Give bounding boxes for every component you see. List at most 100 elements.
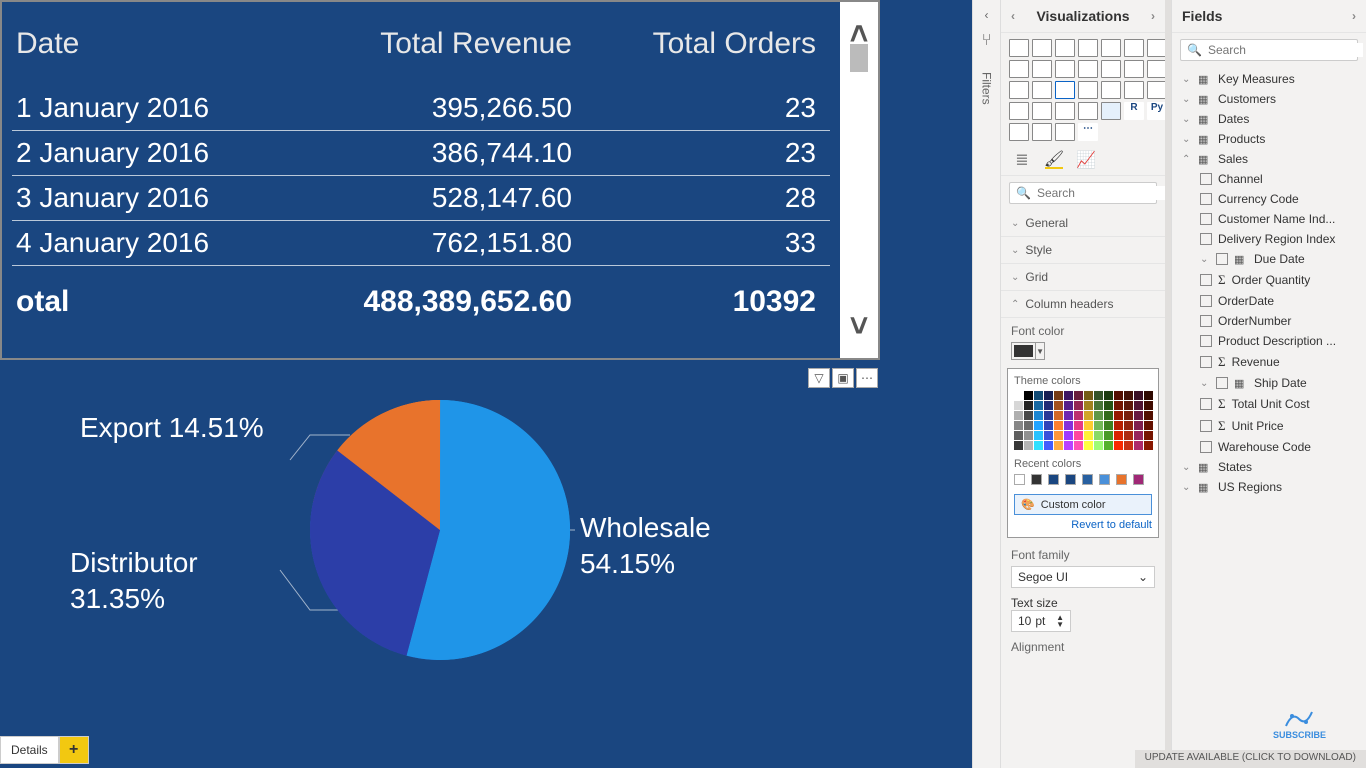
recent-color-swatch[interactable] [1082,474,1093,485]
pane-header[interactable]: ‹ Visualizations › [1001,0,1165,33]
checkbox[interactable] [1216,253,1228,265]
multi-card-icon[interactable] [1032,102,1052,120]
format-search[interactable]: 🔍 [1009,182,1157,204]
theme-color-swatch[interactable] [1074,391,1083,400]
dropdown-arrow-icon[interactable]: ▼ [1035,343,1044,359]
theme-color-swatch[interactable] [1104,391,1113,400]
header-orders[interactable]: Total Orders [572,27,830,61]
theme-color-swatch[interactable] [1134,391,1143,400]
theme-color-swatch[interactable] [1024,391,1033,400]
stacked-column-icon[interactable] [1032,39,1052,57]
section-general[interactable]: ⌄General [1001,210,1165,237]
field-order-date[interactable]: OrderDate [1172,291,1366,311]
waterfall-icon[interactable] [1124,60,1144,78]
theme-color-swatch[interactable] [1144,441,1153,450]
field-product-description[interactable]: Product Description ... [1172,331,1366,351]
field-ship-date[interactable]: ⌄▦Ship Date [1172,373,1366,393]
section-column-headers[interactable]: ⌃Column headers [1001,291,1165,318]
theme-color-swatch[interactable] [1044,401,1053,410]
theme-color-swatch[interactable] [1074,441,1083,450]
donut-icon[interactable] [1055,81,1075,99]
theme-color-swatch[interactable] [1104,411,1113,420]
font-color-swatch[interactable]: ▼ [1011,342,1045,360]
theme-color-swatch[interactable] [1014,411,1023,420]
recent-color-swatch[interactable] [1065,474,1076,485]
theme-color-swatch[interactable] [1104,401,1113,410]
theme-color-swatch[interactable] [1074,421,1083,430]
chevron-right-icon[interactable]: › [1352,9,1356,23]
r-visual-icon[interactable]: R [1124,102,1144,120]
table-row[interactable]: 2 January 2016 386,744.10 23 [12,131,830,176]
fields-search[interactable]: 🔍 [1180,39,1358,61]
filled-map-icon[interactable] [1124,81,1144,99]
theme-color-swatch[interactable] [1124,421,1133,430]
field-customer-name[interactable]: Customer Name Ind... [1172,209,1366,229]
theme-color-swatch[interactable] [1114,391,1123,400]
pane-header[interactable]: Fields › [1172,0,1366,33]
theme-color-swatch[interactable] [1064,411,1073,420]
ribbon-icon[interactable] [1101,60,1121,78]
theme-color-swatch[interactable] [1024,401,1033,410]
theme-color-swatch[interactable] [1034,401,1043,410]
line-icon[interactable] [1147,39,1165,57]
theme-color-swatch[interactable] [1054,391,1063,400]
area-icon[interactable] [1009,60,1029,78]
theme-color-swatch[interactable] [1114,421,1123,430]
theme-color-swatch[interactable] [1064,391,1073,400]
theme-color-swatch[interactable] [1084,431,1093,440]
checkbox[interactable] [1200,274,1212,286]
field-delivery-region[interactable]: Delivery Region Index [1172,229,1366,249]
theme-color-swatch[interactable] [1034,431,1043,440]
pie-chart-visual[interactable]: Export 14.51% Distributor 31.35% Wholesa… [0,380,880,700]
theme-color-swatch[interactable] [1074,411,1083,420]
theme-color-swatch[interactable] [1064,441,1073,450]
theme-color-swatch[interactable] [1124,441,1133,450]
theme-color-swatch[interactable] [1084,391,1093,400]
theme-color-swatch[interactable] [1044,421,1053,430]
theme-color-swatch[interactable] [1134,411,1143,420]
theme-color-swatch[interactable] [1024,411,1033,420]
field-due-date[interactable]: ⌄▦Due Date [1172,249,1366,269]
table-key-measures[interactable]: ⌄▦Key Measures [1172,69,1366,89]
line-clustered-icon[interactable] [1078,60,1098,78]
theme-color-swatch[interactable] [1094,431,1103,440]
field-currency[interactable]: Currency Code [1172,189,1366,209]
theme-color-swatch[interactable] [1144,401,1153,410]
theme-color-swatch[interactable] [1134,421,1143,430]
theme-color-swatch[interactable] [1134,431,1143,440]
checkbox[interactable] [1200,420,1212,432]
header-revenue[interactable]: Total Revenue [302,27,572,61]
recent-color-swatch[interactable] [1031,474,1042,485]
theme-color-swatch[interactable] [1044,441,1053,450]
table-sales[interactable]: ⌃▦Sales [1172,149,1366,169]
table-row[interactable]: 1 January 2016 395,266.50 23 [12,86,830,131]
stacked-area-icon[interactable] [1032,60,1052,78]
treemap-icon[interactable] [1078,81,1098,99]
scroll-thumb[interactable] [850,44,868,72]
theme-color-swatch[interactable] [1094,401,1103,410]
chevron-left-icon[interactable]: ‹ [985,8,989,22]
field-revenue[interactable]: ΣRevenue [1172,351,1366,373]
recent-color-swatch[interactable] [1133,474,1144,485]
theme-color-swatch[interactable] [1094,441,1103,450]
checkbox[interactable] [1200,315,1212,327]
revert-to-default-link[interactable]: Revert to default [1014,519,1152,531]
table-visual[interactable]: Date Total Revenue Total Orders 1 Januar… [0,0,880,360]
scroll-down-icon[interactable]: ˅ [845,312,873,340]
slicer-icon[interactable] [1078,102,1098,120]
theme-color-swatch[interactable] [1124,401,1133,410]
chevron-right-icon[interactable]: › [1151,9,1155,23]
recent-color-swatch[interactable] [1048,474,1059,485]
theme-color-swatch[interactable] [1114,401,1123,410]
100-column-icon[interactable] [1124,39,1144,57]
theme-color-swatch[interactable] [1054,421,1063,430]
gauge-icon[interactable] [1147,81,1165,99]
theme-color-swatch[interactable] [1044,431,1053,440]
checkbox[interactable] [1200,173,1212,185]
theme-color-swatch[interactable] [1054,441,1063,450]
theme-color-swatch[interactable] [1084,441,1093,450]
theme-color-swatch[interactable] [1134,441,1143,450]
table-customers[interactable]: ⌄▦Customers [1172,89,1366,109]
fields-tab-icon[interactable]: ≣ [1013,151,1031,169]
tab-add-page[interactable]: + [59,736,89,764]
